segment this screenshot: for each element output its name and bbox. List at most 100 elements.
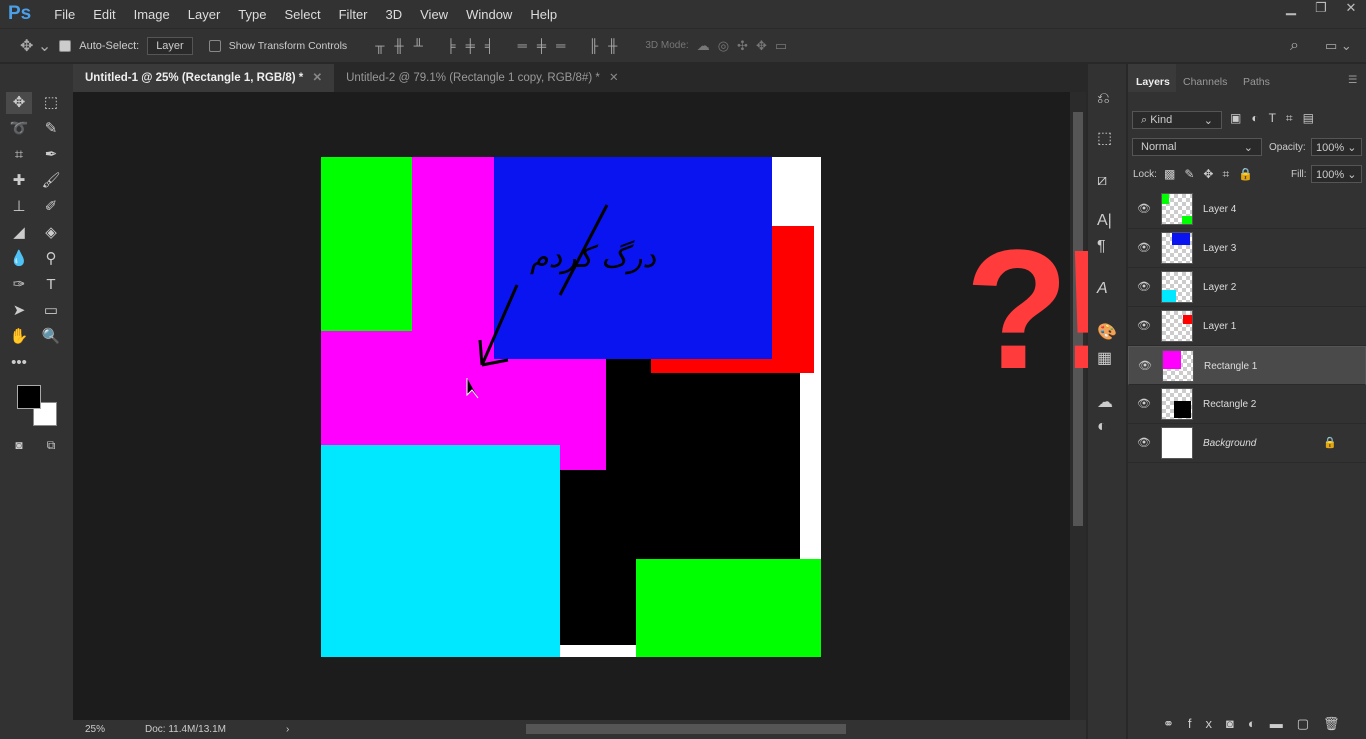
- layer-row[interactable]: 👁 Layer 2: [1128, 268, 1366, 307]
- visibility-eye-icon[interactable]: 👁: [1137, 241, 1151, 254]
- move-tool-icon[interactable]: ✥ ⌄: [20, 36, 51, 56]
- new-layer-icon: ▢: [1296, 716, 1324, 731]
- visibility-eye-icon[interactable]: 👁: [1137, 202, 1151, 215]
- tab-untitled-2[interactable]: Untitled-2 @ 79.1% (Rectangle 1 copy, RG…: [334, 64, 631, 92]
- auto-select-dropdown[interactable]: Layer: [147, 36, 193, 55]
- adjustments-icon[interactable]: ◐: [1097, 418, 1107, 436]
- swatches-icon[interactable]: 🎨: [1097, 322, 1117, 342]
- menu-file[interactable]: File: [45, 7, 84, 22]
- layer-row-selected[interactable]: 👁 Rectangle 1: [1128, 346, 1366, 385]
- close-tab-icon[interactable]: ✕: [312, 72, 322, 84]
- menu-view[interactable]: View: [411, 7, 457, 22]
- foreground-color-swatch[interactable]: [17, 385, 41, 409]
- quick-mask-icon[interactable]: ◙: [6, 434, 32, 456]
- marquee-tool-icon[interactable]: ⬚: [38, 92, 64, 114]
- stamp-tool-icon[interactable]: ⊥: [6, 196, 32, 218]
- path-select-icon[interactable]: ➤: [6, 300, 32, 322]
- healing-brush-icon[interactable]: ✚: [6, 170, 32, 192]
- menu-window[interactable]: Window: [457, 7, 521, 22]
- pen-tool-icon[interactable]: ✑: [6, 274, 32, 296]
- hand-tool-icon[interactable]: ✋: [6, 326, 32, 348]
- visibility-eye-icon[interactable]: 👁: [1138, 359, 1152, 372]
- menu-3d[interactable]: 3D: [377, 7, 412, 22]
- tab-paths[interactable]: Paths: [1243, 76, 1270, 88]
- 3d-mode-icons[interactable]: ☁◎✣✥▭: [697, 38, 795, 54]
- crop-tool-icon[interactable]: ⌗: [6, 144, 32, 166]
- paint-bucket-icon[interactable]: ◈: [38, 222, 64, 244]
- canvas[interactable]: [321, 157, 821, 657]
- align-icons[interactable]: ╥╫╨ ╞╪╡ ═╪═ ╟╫: [375, 38, 627, 53]
- blur-tool-icon[interactable]: 💧: [6, 248, 32, 270]
- layer-row[interactable]: 👁 Layer 4: [1128, 190, 1366, 229]
- adjustment-icon: ◐: [1247, 716, 1270, 731]
- menu-type[interactable]: Type: [229, 7, 275, 22]
- menu-filter[interactable]: Filter: [330, 7, 377, 22]
- filter-kind-dropdown[interactable]: ⌕ Kind ⌄: [1132, 111, 1222, 129]
- type-tool-icon[interactable]: T: [38, 274, 64, 296]
- menu-layer[interactable]: Layer: [179, 7, 230, 22]
- dodge-tool-icon[interactable]: ⚲: [38, 248, 64, 270]
- history-icon[interactable]: ⎌: [1097, 90, 1110, 108]
- show-transform-checkbox[interactable]: [208, 39, 221, 52]
- layer-thumbnail: [1161, 310, 1193, 342]
- libraries-icon[interactable]: ☁: [1097, 392, 1113, 412]
- tab-layers[interactable]: Layers: [1136, 76, 1170, 88]
- workspace-icon[interactable]: ▭ ⌄: [1325, 38, 1352, 54]
- auto-select-label: Auto-Select:: [79, 39, 140, 52]
- blend-mode-dropdown[interactable]: Normal ⌄: [1132, 138, 1262, 156]
- layer-row[interactable]: 👁 Layer 3: [1128, 229, 1366, 268]
- properties-icon[interactable]: ⧄: [1097, 172, 1107, 190]
- doc-size: Doc: 11.4M/13.1M: [145, 724, 226, 735]
- vertical-scrollbar[interactable]: [1070, 92, 1086, 720]
- paragraph-icon[interactable]: ¶: [1097, 238, 1106, 256]
- quick-select-icon[interactable]: ✎: [38, 118, 64, 140]
- 3d-icon[interactable]: ⬚: [1097, 128, 1112, 148]
- glyphs-icon[interactable]: A: [1097, 280, 1108, 298]
- history-brush-icon[interactable]: ✐: [38, 196, 64, 218]
- layer-name: Layer 1: [1203, 321, 1237, 332]
- visibility-eye-icon[interactable]: 👁: [1137, 319, 1151, 332]
- visibility-eye-icon[interactable]: 👁: [1137, 280, 1151, 293]
- menu-image[interactable]: Image: [125, 7, 179, 22]
- tab-channels[interactable]: Channels: [1183, 76, 1227, 88]
- tab-label: Untitled-1 @ 25% (Rectangle 1, RGB/8) *: [85, 72, 304, 84]
- close-tab-icon[interactable]: ✕: [609, 72, 619, 84]
- brush-tool-icon[interactable]: 🖌: [38, 170, 64, 192]
- status-arrow-icon[interactable]: ›: [286, 724, 289, 735]
- grid-icon[interactable]: ▦: [1097, 348, 1112, 368]
- minimize-icon[interactable]: ▁: [1276, 0, 1306, 16]
- menu-select[interactable]: Select: [275, 7, 329, 22]
- eraser-tool-icon[interactable]: ◢: [6, 222, 32, 244]
- eyedropper-icon[interactable]: ✒: [38, 144, 64, 166]
- auto-select-checkbox[interactable]: [59, 39, 72, 52]
- layers-panel: Layers Channels Paths ☰ ⌕ Kind ⌄ ▣◐T⌗▤ N…: [1128, 64, 1366, 739]
- character-icon[interactable]: A|: [1097, 212, 1112, 230]
- close-icon[interactable]: ✕: [1336, 0, 1366, 16]
- opacity-field[interactable]: 100% ⌄: [1311, 138, 1362, 156]
- horizontal-scrollbar[interactable]: [526, 724, 846, 734]
- lock-icons[interactable]: ▩✎✥⌗🔒: [1164, 167, 1262, 182]
- move-tool-icon[interactable]: ✥: [6, 92, 32, 114]
- layer-name: Layer 2: [1203, 282, 1237, 293]
- fill-field[interactable]: 100% ⌄: [1311, 165, 1362, 183]
- visibility-eye-icon[interactable]: 👁: [1137, 436, 1151, 449]
- lasso-tool-icon[interactable]: ➰: [6, 118, 32, 140]
- zoom-tool-icon[interactable]: 🔍: [38, 326, 64, 348]
- menu-help[interactable]: Help: [521, 7, 566, 22]
- layer-row[interactable]: 👁 Background 🔒: [1128, 424, 1366, 463]
- visibility-eye-icon[interactable]: 👁: [1137, 397, 1151, 410]
- tab-untitled-1[interactable]: Untitled-1 @ 25% (Rectangle 1, RGB/8) * …: [73, 64, 335, 92]
- panel-footer-icons[interactable]: ⚭fx◙◐▬▢🗑: [1163, 716, 1354, 732]
- restore-icon[interactable]: ❐: [1306, 0, 1336, 16]
- layer-row[interactable]: 👁 Rectangle 2: [1128, 385, 1366, 424]
- filter-icons[interactable]: ▣◐T⌗▤: [1230, 111, 1324, 126]
- zoom-level[interactable]: 25%: [85, 724, 125, 735]
- screen-mode-icon[interactable]: ⧉: [38, 434, 64, 456]
- more-tools-icon[interactable]: •••: [6, 352, 32, 374]
- rect-cyan: [321, 445, 560, 657]
- search-icon[interactable]: ⌕: [1290, 37, 1299, 55]
- layer-row[interactable]: 👁 Layer 1: [1128, 307, 1366, 346]
- rectangle-tool-icon[interactable]: ▭: [38, 300, 64, 322]
- menu-edit[interactable]: Edit: [84, 7, 124, 22]
- panel-menu-icon[interactable]: ☰: [1348, 74, 1357, 86]
